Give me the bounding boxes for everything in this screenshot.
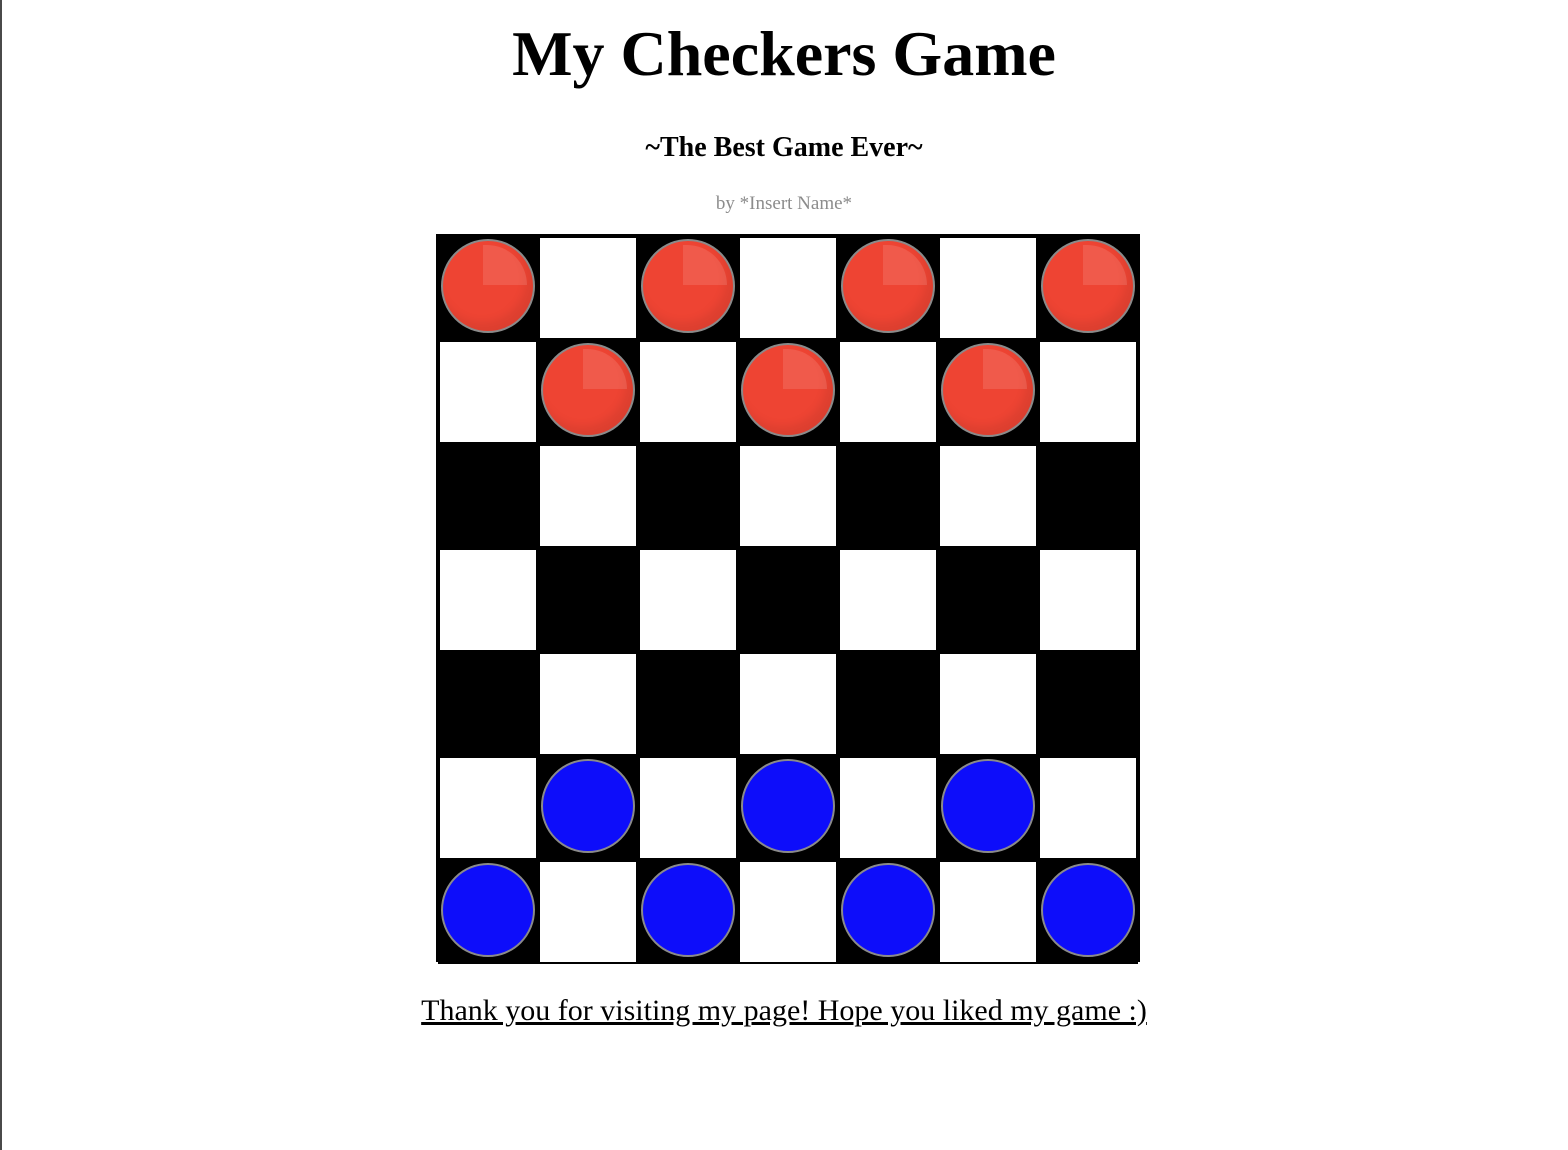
page-title: My Checkers Game [512,18,1056,89]
window-left-edge [0,0,2,1150]
board-square-r0-c1[interactable] [538,236,638,340]
blue-checker-piece[interactable] [741,759,835,853]
page-subtitle: ~The Best Game Ever~ [645,132,923,163]
blue-checker-piece[interactable] [1041,863,1135,957]
board-square-r3-c5[interactable] [938,548,1038,652]
board-square-r6-c0[interactable] [438,860,538,964]
footer: Thank you for visiting my page! Hope you… [0,993,1568,1029]
board-square-r6-c5[interactable] [938,860,1038,964]
board-square-r2-c5[interactable] [938,444,1038,548]
author-credit: by *Insert Name* [715,193,853,214]
board-square-r6-c6[interactable] [1038,860,1138,964]
blue-checker-piece[interactable] [841,863,935,957]
board-square-r5-c5[interactable] [938,756,1038,860]
board-square-r0-c0[interactable] [438,236,538,340]
board-square-r1-c2[interactable] [638,340,738,444]
board-square-r3-c4[interactable] [838,548,938,652]
blue-checker-piece[interactable] [941,759,1035,853]
board-square-r5-c3[interactable] [738,756,838,860]
board-square-r2-c1[interactable] [538,444,638,548]
thank-you-link[interactable]: Thank you for visiting my page! Hope you… [421,994,1147,1027]
board-square-r3-c6[interactable] [1038,548,1138,652]
blue-checker-piece[interactable] [641,863,735,957]
board-square-r5-c0[interactable] [438,756,538,860]
red-checker-piece[interactable] [941,343,1035,437]
board-square-r4-c3[interactable] [738,652,838,756]
board-square-r6-c1[interactable] [538,860,638,964]
board-square-r3-c2[interactable] [638,548,738,652]
board-square-r4-c2[interactable] [638,652,738,756]
red-checker-piece[interactable] [541,343,635,437]
board-square-r2-c4[interactable] [838,444,938,548]
red-checker-piece[interactable] [741,343,835,437]
board-square-r2-c6[interactable] [1038,444,1138,548]
red-checker-piece[interactable] [1041,239,1135,333]
board-square-r4-c5[interactable] [938,652,1038,756]
board-square-r2-c2[interactable] [638,444,738,548]
board-square-r4-c4[interactable] [838,652,938,756]
board-square-r0-c3[interactable] [738,236,838,340]
board-square-r1-c3[interactable] [738,340,838,444]
blue-checker-piece[interactable] [441,863,535,957]
board-square-r1-c4[interactable] [838,340,938,444]
board-square-r6-c3[interactable] [738,860,838,964]
board-square-r3-c3[interactable] [738,548,838,652]
red-checker-piece[interactable] [841,239,935,333]
board-square-r3-c1[interactable] [538,548,638,652]
board-square-r1-c0[interactable] [438,340,538,444]
board-square-r5-c1[interactable] [538,756,638,860]
board-square-r1-c5[interactable] [938,340,1038,444]
red-checker-piece[interactable] [641,239,735,333]
checkers-board [436,234,1140,964]
blue-checker-piece[interactable] [541,759,635,853]
board-square-r0-c2[interactable] [638,236,738,340]
board-square-r6-c2[interactable] [638,860,738,964]
board-square-r4-c6[interactable] [1038,652,1138,756]
board-square-r0-c6[interactable] [1038,236,1138,340]
board-square-r5-c2[interactable] [638,756,738,860]
red-checker-piece[interactable] [441,239,535,333]
board-square-r6-c4[interactable] [838,860,938,964]
board-square-r5-c4[interactable] [838,756,938,860]
board-square-r4-c1[interactable] [538,652,638,756]
board-square-r2-c3[interactable] [738,444,838,548]
board-square-r5-c6[interactable] [1038,756,1138,860]
board-square-r0-c4[interactable] [838,236,938,340]
board-square-r0-c5[interactable] [938,236,1038,340]
board-square-r3-c0[interactable] [438,548,538,652]
board-square-r4-c0[interactable] [438,652,538,756]
board-square-r1-c1[interactable] [538,340,638,444]
board-square-r2-c0[interactable] [438,444,538,548]
board-square-r1-c6[interactable] [1038,340,1138,444]
